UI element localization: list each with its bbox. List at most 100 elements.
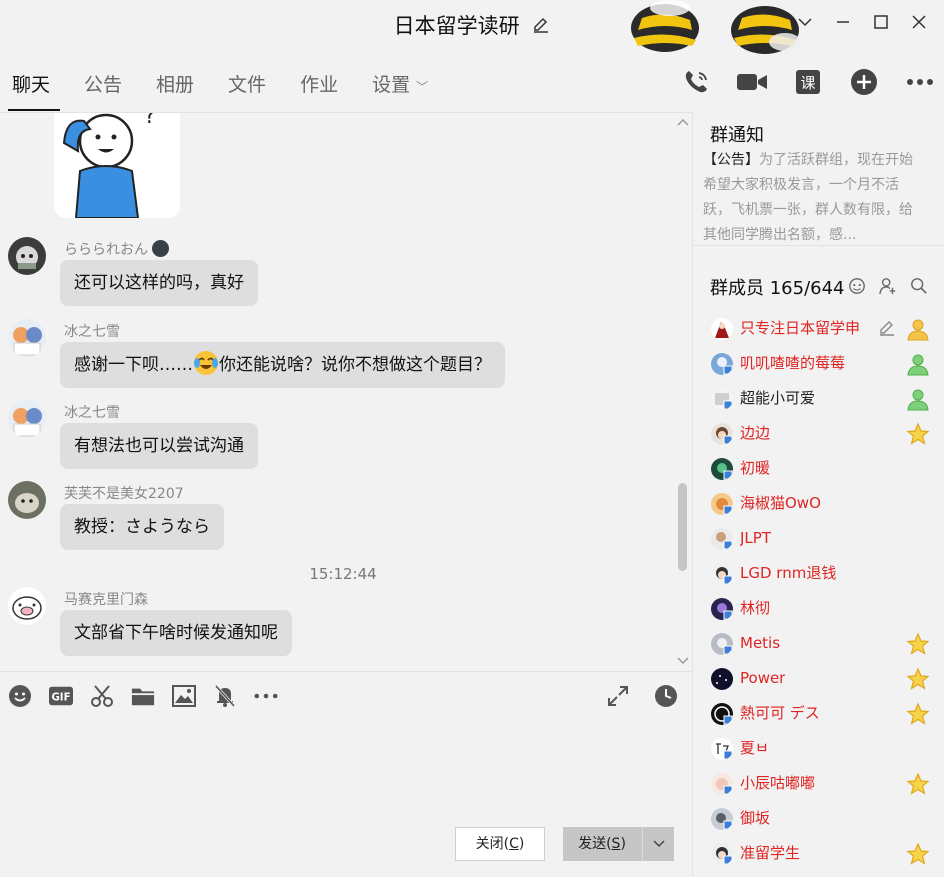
more-icon[interactable] [254, 684, 278, 708]
message-bubble[interactable]: 教授：さようなら [60, 504, 224, 550]
black-circle-icon [152, 240, 170, 257]
send-button[interactable]: 发送(S) [563, 827, 674, 861]
lesson-icon[interactable]: 课 [790, 64, 826, 100]
member-name: 边边 [740, 424, 771, 442]
tab-bar: 聊天 公告 相册 文件 作业 设置 ﹀ [0, 47, 692, 111]
member-item[interactable]: Power [693, 661, 944, 696]
chevron-down-icon[interactable] [788, 8, 822, 36]
star-badge-icon [906, 702, 930, 725]
avatar[interactable] [8, 481, 46, 519]
message-sender: 马赛克里门森 [64, 592, 148, 608]
history-clock-icon[interactable] [654, 684, 678, 708]
chevron-down-icon[interactable] [642, 827, 674, 861]
member-avatar [711, 493, 733, 515]
send-label-end: ) [620, 836, 626, 852]
edit-name-icon[interactable] [532, 15, 550, 39]
avatar[interactable] [8, 587, 46, 625]
search-icon[interactable] [910, 277, 928, 295]
mute-bell-icon[interactable] [213, 684, 237, 708]
scroll-down-icon[interactable] [676, 656, 690, 666]
member-name: 林彻 [740, 599, 771, 617]
avatar[interactable] [8, 319, 46, 357]
chat-area[interactable]: ? ? ららられおん 还可以这样的吗，真好 冰之七雪 感谢一下呗…… 你还能说啥？… [0, 112, 692, 671]
group-notice[interactable]: 群通知 【公告】为了活跃群组，现在开始希望大家积极发言，一个月不活跃，飞机票一张… [693, 112, 944, 246]
member-avatar [711, 773, 733, 795]
member-avatar [711, 808, 733, 830]
star-badge-icon [906, 842, 930, 865]
owner-badge-icon [907, 319, 929, 341]
more-icon[interactable] [902, 64, 938, 100]
member-item[interactable]: 林彻 [693, 591, 944, 626]
member-filter-icon[interactable] [848, 277, 866, 295]
minimize-icon[interactable] [826, 8, 860, 36]
member-avatar [711, 738, 733, 760]
tab-settings[interactable]: 设置 ﹀ [368, 70, 440, 111]
message-bubble[interactable]: 还可以这样的吗，真好 [60, 260, 258, 306]
tab-label: 设置 [372, 74, 411, 96]
message-bubble[interactable]: 感谢一下呗…… 你还能说啥？说你不想做这个题目？ [60, 342, 505, 388]
admin-badge-icon [907, 354, 929, 376]
member-avatar [711, 843, 733, 865]
image-icon[interactable] [172, 684, 196, 708]
close-icon[interactable] [902, 8, 936, 36]
tab-label: 相册 [156, 74, 195, 96]
maximize-icon[interactable] [864, 8, 898, 36]
avatar[interactable] [8, 237, 46, 275]
member-item[interactable]: 准留学生 [693, 836, 944, 871]
member-avatar [711, 528, 733, 550]
tab-album[interactable]: 相册 [152, 70, 206, 111]
member-name: 初暖 [740, 459, 771, 477]
send-label-text: 发送( [578, 836, 612, 852]
add-member-icon[interactable] [879, 277, 897, 295]
member-item[interactable]: 小辰咕嘟嘟 [693, 766, 944, 801]
member-avatar [711, 458, 733, 480]
member-item[interactable]: LGD rnm退钱 [693, 556, 944, 591]
member-item[interactable]: 御坂 [693, 801, 944, 836]
tab-label: 文件 [228, 74, 267, 96]
video-icon[interactable] [734, 64, 770, 100]
add-icon[interactable] [846, 64, 882, 100]
message-bubble[interactable]: 有想法也可以尝试沟通 [60, 423, 258, 469]
message-input[interactable] [0, 721, 692, 821]
member-item[interactable]: 超能小可爱 [693, 381, 944, 416]
star-badge-icon [906, 667, 930, 690]
member-name: 熱可可 デス [740, 704, 820, 722]
avatar[interactable] [8, 400, 46, 438]
member-name: 只专注日本留学申 [740, 319, 861, 337]
edit-icon[interactable] [878, 319, 896, 337]
member-item[interactable]: JLPT [693, 521, 944, 556]
member-item[interactable]: 熱可可 デス [693, 696, 944, 731]
member-item[interactable]: 海椒猫OwO [693, 486, 944, 521]
chat-scrollbar[interactable] [678, 483, 687, 571]
svg-text:?: ? [144, 112, 156, 129]
member-item[interactable]: 边边 [693, 416, 944, 451]
scroll-up-icon[interactable] [676, 117, 690, 127]
member-list: 只专注日本留学申 叽叽喳喳的莓莓 超能小可爱 边边 初暖 海椒猫OwO JLPT… [693, 311, 944, 871]
message-timestamp: 15:12:44 [309, 565, 377, 583]
message-bubble[interactable]: 文部省下午啥时候发通知呢 [60, 610, 292, 656]
close-button[interactable]: 关闭(C) [455, 827, 545, 861]
close-shortcut-key: C [509, 836, 519, 852]
member-item[interactable]: 夏ㅂ [693, 731, 944, 766]
tab-homework[interactable]: 作业 [296, 70, 350, 111]
group-toolbar: 课 [678, 64, 938, 100]
member-avatar [711, 423, 733, 445]
member-item[interactable]: 叽叽喳喳的莓莓 [693, 346, 944, 381]
scissors-icon[interactable] [90, 684, 114, 708]
member-item[interactable]: Metis [693, 626, 944, 661]
tab-files[interactable]: 文件 [224, 70, 278, 111]
tab-label: 聊天 [12, 74, 51, 96]
member-item[interactable]: 初暖 [693, 451, 944, 486]
message-sender: 冰之七雪 [64, 324, 120, 340]
folder-icon[interactable] [131, 684, 155, 708]
message-sender: 芙芙不是美女2207 [64, 486, 184, 502]
member-avatar [711, 388, 733, 410]
tab-chat[interactable]: 聊天 [8, 70, 62, 111]
member-item[interactable]: 只专注日本留学申 [693, 311, 944, 346]
emoji-icon[interactable] [8, 684, 32, 708]
fullscreen-icon[interactable] [606, 684, 630, 708]
gif-icon[interactable]: GIF [49, 684, 73, 708]
phone-icon[interactable] [678, 64, 714, 100]
tab-announcement[interactable]: 公告 [80, 70, 134, 111]
input-toolbar: GIF [0, 671, 692, 721]
